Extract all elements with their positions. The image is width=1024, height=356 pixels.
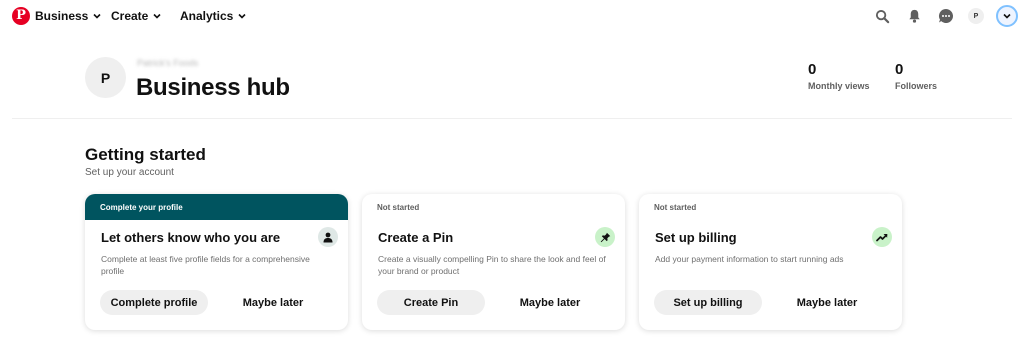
section-title: Getting started <box>85 145 206 164</box>
nav-business-label: Business <box>35 9 89 23</box>
profile-avatar[interactable]: P <box>85 57 126 98</box>
card-status-label: Not started <box>654 203 697 212</box>
stat-monthly-views: 0 Monthly views <box>808 61 870 91</box>
pin-icon <box>600 232 610 242</box>
maybe-later-button[interactable]: Maybe later <box>228 290 318 315</box>
section-subtitle: Set up your account <box>85 167 174 178</box>
stat-label: Followers <box>895 81 938 91</box>
card-description: Create a visually compelling Pin to shar… <box>378 254 606 276</box>
stat-label: Monthly views <box>808 81 870 91</box>
stat-value: 0 <box>808 61 817 78</box>
maybe-later-button[interactable]: Maybe later <box>505 290 595 315</box>
search-button[interactable] <box>872 6 892 26</box>
card-set-up-billing: Not started Set up billing Add your paym… <box>639 194 902 330</box>
card-title: Set up billing <box>655 230 737 245</box>
nav-create-dropdown[interactable]: Create <box>111 9 162 23</box>
card-status-label: Not started <box>377 203 420 212</box>
header-divider <box>12 118 1012 119</box>
nav-business-dropdown[interactable]: Business <box>35 9 102 23</box>
messages-icon <box>939 9 953 23</box>
complete-profile-button[interactable]: Complete profile <box>100 290 208 315</box>
page-title: Business hub <box>136 74 290 101</box>
top-nav: P Business Create Analytics P <box>0 0 1024 34</box>
card-icon-badge <box>595 227 615 247</box>
pinterest-logo-icon[interactable]: P <box>12 7 30 25</box>
card-complete-profile: Complete your profile Let others know wh… <box>85 194 348 330</box>
nav-create-label: Create <box>111 9 149 23</box>
chevron-down-icon <box>238 13 246 19</box>
stat-followers: 0 Followers <box>895 61 937 91</box>
card-icon-badge <box>318 227 338 247</box>
nav-icon-group: P <box>872 5 1018 27</box>
search-icon <box>875 9 889 23</box>
stat-value: 0 <box>895 61 904 78</box>
card-icon-badge <box>872 227 892 247</box>
set-up-billing-button[interactable]: Set up billing <box>654 290 762 315</box>
card-title: Let others know who you are <box>101 230 281 245</box>
chevron-down-icon <box>1003 13 1011 19</box>
messages-button[interactable] <box>936 6 956 26</box>
person-icon <box>323 232 333 242</box>
nav-analytics-label: Analytics <box>180 9 234 23</box>
chevron-down-icon <box>153 13 161 19</box>
maybe-later-button[interactable]: Maybe later <box>782 290 872 315</box>
card-title: Create a Pin <box>378 230 454 245</box>
notifications-button[interactable] <box>904 6 924 26</box>
nav-analytics-dropdown[interactable]: Analytics <box>180 9 247 23</box>
create-pin-button[interactable]: Create Pin <box>377 290 485 315</box>
user-avatar[interactable]: P <box>968 8 984 24</box>
account-name[interactable]: Patrick's Foods <box>137 58 198 68</box>
card-create-pin: Not started Create a Pin Create a visual… <box>362 194 625 330</box>
account-options-button[interactable] <box>996 5 1018 27</box>
bell-icon <box>908 9 920 23</box>
trending-up-icon <box>876 234 888 242</box>
chevron-down-icon <box>93 13 101 19</box>
card-description: Complete at least five profile fields fo… <box>101 254 310 276</box>
card-status-banner: Complete your profile <box>85 194 348 220</box>
card-description: Add your payment information to start ru… <box>655 254 844 264</box>
